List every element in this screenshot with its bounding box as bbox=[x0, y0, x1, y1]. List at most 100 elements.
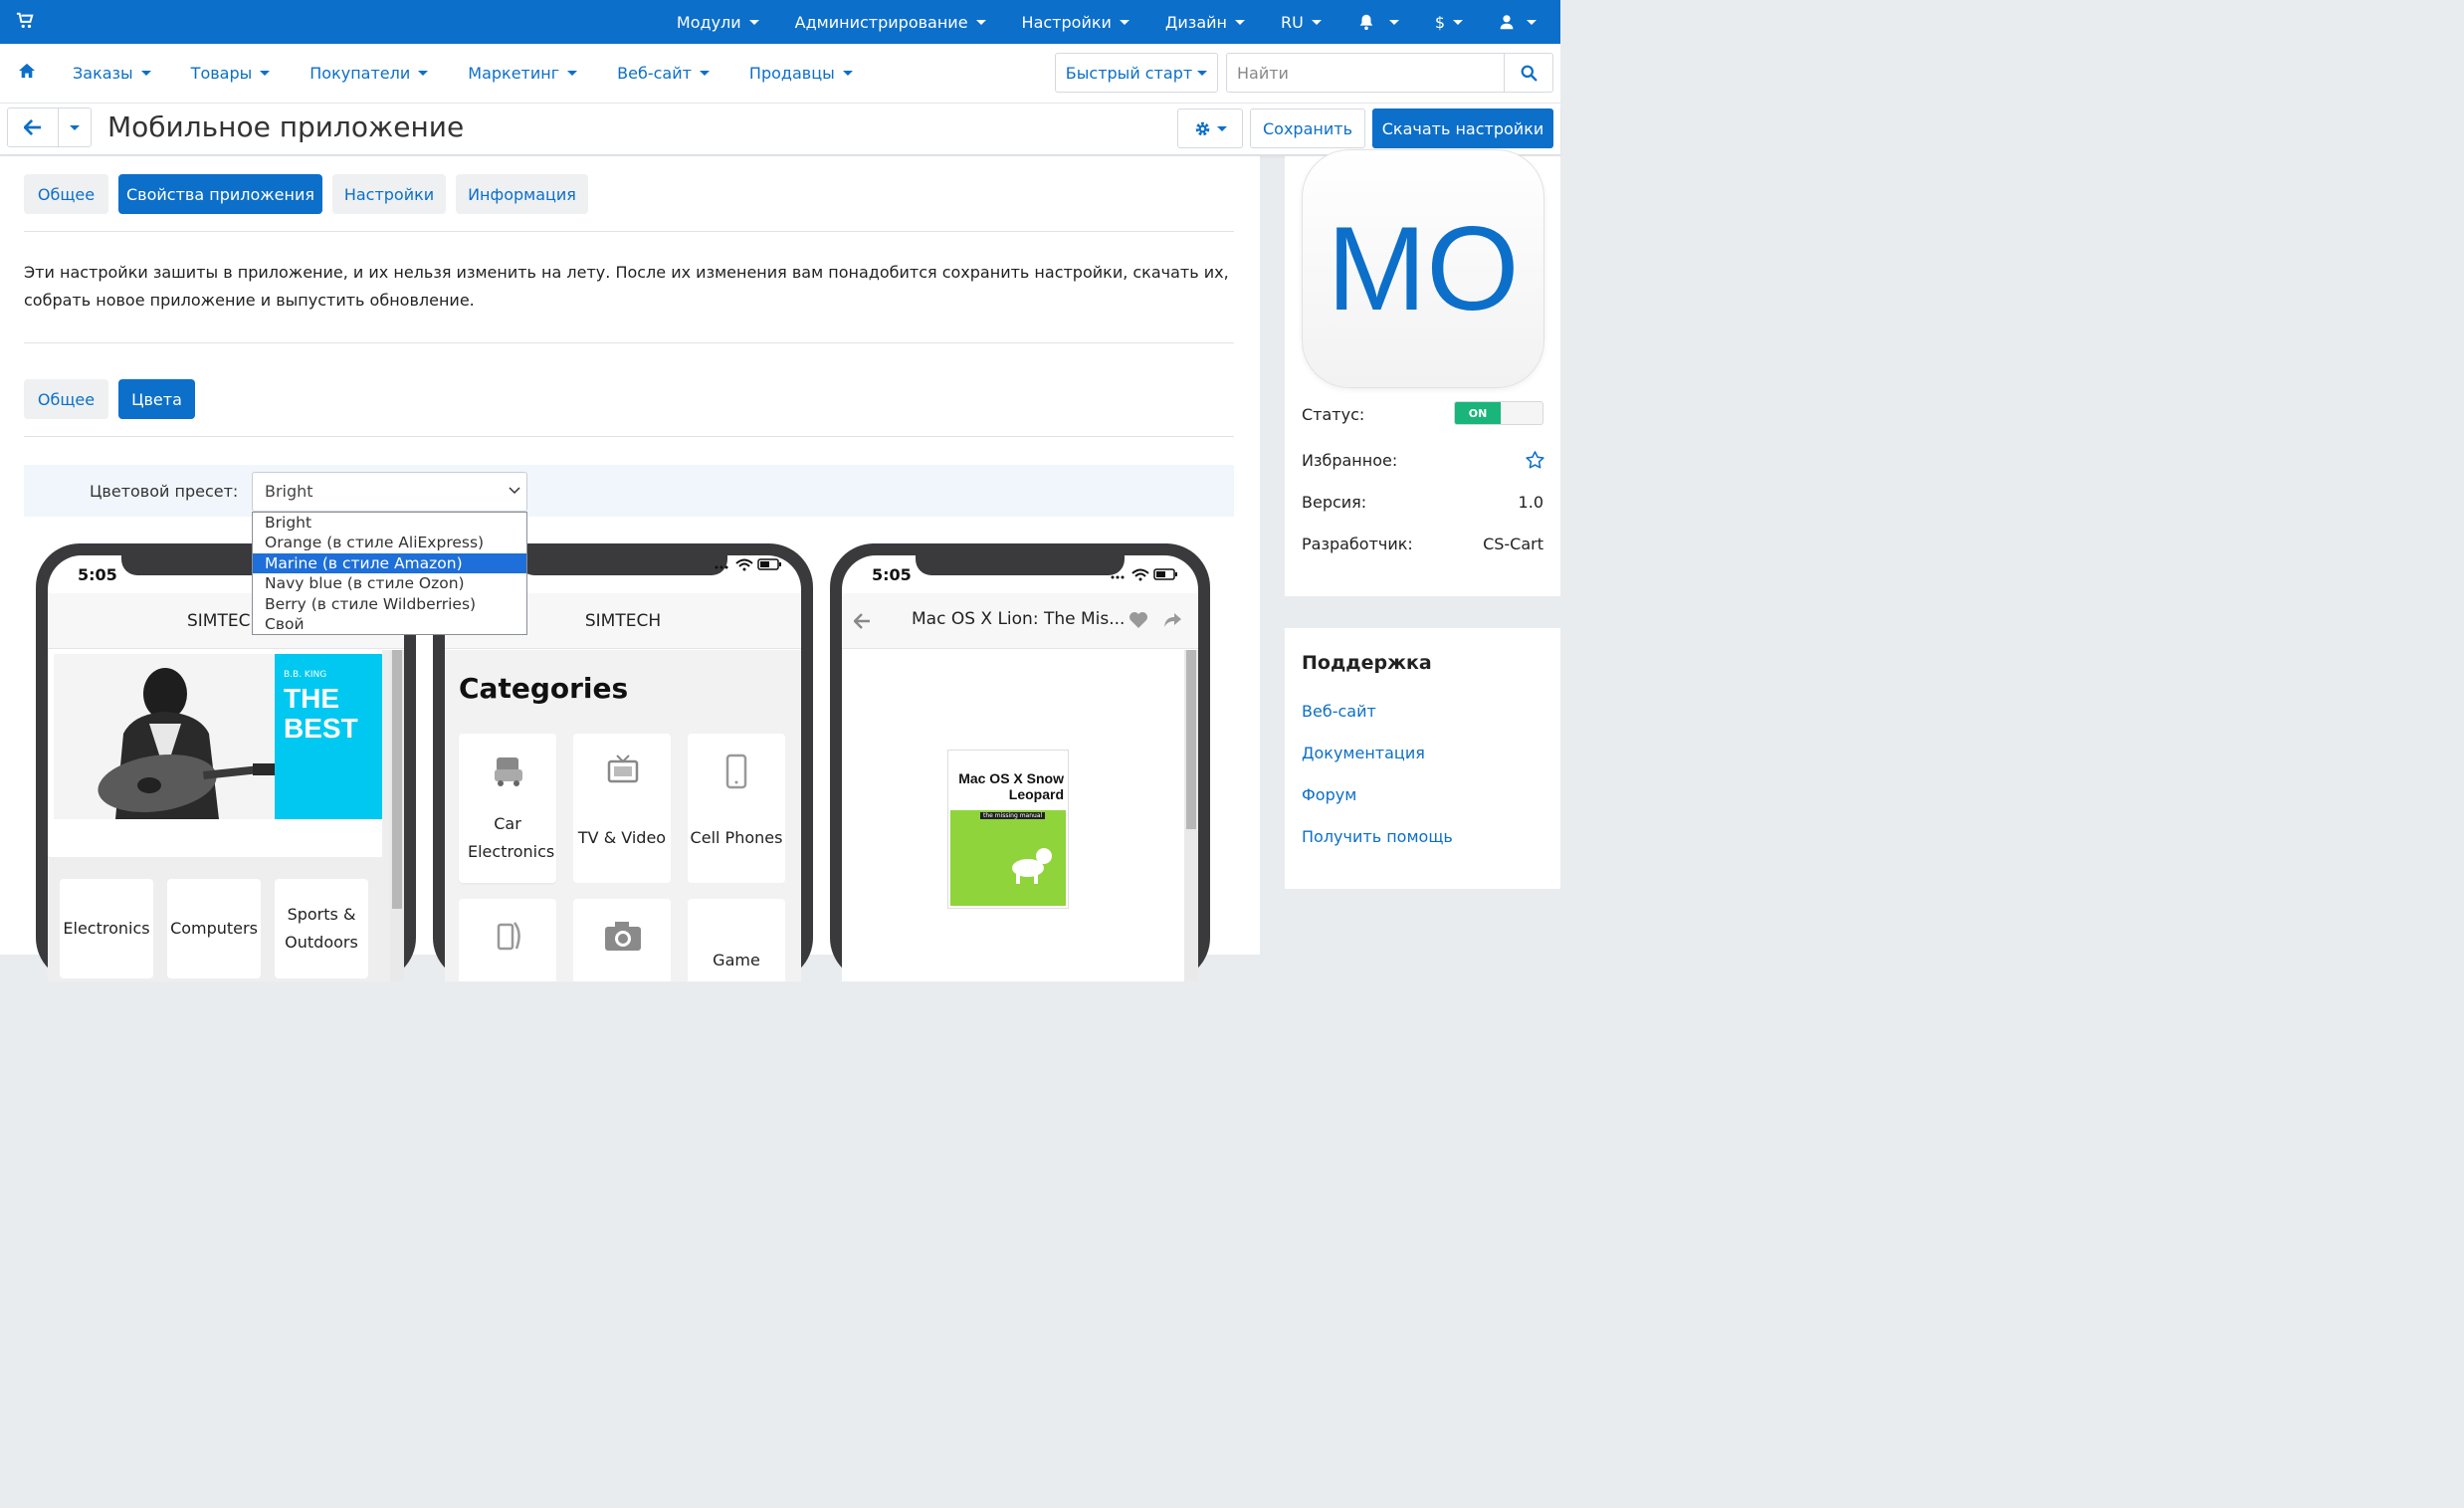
nav-item-customers[interactable]: Покупатели bbox=[309, 64, 429, 83]
category-card[interactable]: Sports & Outdoors bbox=[275, 879, 368, 978]
album-title: THE BEST bbox=[284, 683, 358, 744]
caret-down-icon bbox=[1453, 19, 1463, 25]
page-title: Мобильное приложение bbox=[107, 110, 465, 143]
gear-icon bbox=[1195, 121, 1209, 135]
preset-option-marine[interactable]: Marine (в стиле Amazon) bbox=[253, 552, 526, 574]
category-card[interactable]: Computers bbox=[167, 879, 261, 978]
book-cover[interactable]: Mac OS X Snow Leopard the missing manual bbox=[947, 750, 1069, 909]
tab-info[interactable]: Информация bbox=[456, 174, 588, 214]
scrollbar-thumb[interactable] bbox=[392, 650, 402, 909]
preset-option-custom[interactable]: Свой bbox=[253, 614, 526, 634]
notifications-button[interactable] bbox=[1357, 13, 1399, 31]
back-button[interactable] bbox=[7, 108, 59, 147]
star-icon[interactable] bbox=[1526, 451, 1544, 469]
support-link-help[interactable]: Получить помощь bbox=[1302, 827, 1453, 846]
nav-item-orders[interactable]: Заказы bbox=[73, 64, 151, 83]
caret-down-icon bbox=[1216, 125, 1227, 131]
currency-selector[interactable]: $ bbox=[1435, 13, 1463, 32]
tab-general[interactable]: Общее bbox=[24, 174, 108, 214]
category-card[interactable]: TV & Video bbox=[573, 734, 671, 883]
phone-scrollbar[interactable] bbox=[1184, 650, 1198, 981]
phone-body: Categories Car Electronics TV & Video Ce… bbox=[445, 650, 801, 981]
subtab-general[interactable]: Общее bbox=[24, 379, 108, 419]
subtab-colors[interactable]: Цвета bbox=[118, 379, 195, 419]
phone-time: 5:05 bbox=[872, 565, 912, 584]
arrow-left-icon[interactable] bbox=[854, 613, 870, 629]
tv-icon bbox=[607, 754, 639, 783]
category-card[interactable]: Car Electronics bbox=[459, 734, 556, 883]
heart-icon[interactable] bbox=[1129, 611, 1148, 629]
nav-item-website[interactable]: Веб-сайт bbox=[617, 64, 710, 83]
search-input[interactable] bbox=[1226, 53, 1505, 93]
color-preset-dropdown[interactable]: Bright Orange (в стиле AliExpress) Marin… bbox=[252, 512, 527, 635]
developer-label: Разработчик: bbox=[1302, 535, 1413, 553]
divider bbox=[24, 436, 1234, 437]
user-menu[interactable] bbox=[1499, 14, 1537, 30]
nav-item-products[interactable]: Товары bbox=[191, 64, 271, 83]
scrollbar-thumb[interactable] bbox=[1186, 650, 1196, 829]
main-menu: Заказы Товары Покупатели Маркетинг Веб-с… bbox=[73, 44, 893, 102]
product-title: Mac OS X Lion: The Mis... bbox=[912, 609, 1126, 629]
color-preset-select[interactable]: Bright bbox=[252, 472, 527, 512]
categories-heading: Categories bbox=[459, 672, 629, 705]
category-card[interactable]: Game bbox=[688, 899, 785, 981]
caret-down-icon bbox=[1119, 19, 1129, 25]
caret-down-icon bbox=[842, 70, 853, 76]
support-link-website[interactable]: Веб-сайт bbox=[1302, 702, 1376, 721]
caret-down-icon bbox=[748, 19, 759, 25]
top-menu-design[interactable]: Дизайн bbox=[1165, 13, 1245, 32]
save-button[interactable]: Сохранить bbox=[1250, 108, 1365, 148]
divider bbox=[24, 342, 1234, 343]
top-menu-settings[interactable]: Настройки bbox=[1022, 13, 1129, 32]
banner[interactable]: B.B. KING THE BEST bbox=[48, 650, 382, 857]
chevron-down-icon bbox=[509, 487, 520, 495]
color-preset-value: Bright bbox=[265, 482, 313, 501]
home-icon[interactable] bbox=[18, 63, 36, 79]
version-label: Версия: bbox=[1302, 493, 1367, 512]
support-title: Поддержка bbox=[1302, 652, 1432, 674]
preset-option-navy-blue[interactable]: Navy blue (в стиле Ozon) bbox=[253, 573, 526, 593]
support-link-forum[interactable]: Форум bbox=[1302, 785, 1356, 804]
back-dropdown-button[interactable] bbox=[58, 108, 92, 147]
dog-illustration bbox=[1012, 848, 1052, 884]
category-card[interactable]: Cell Phones bbox=[688, 734, 785, 883]
top-menu-administration[interactable]: Администрирование bbox=[795, 13, 986, 32]
divider bbox=[24, 231, 1234, 232]
tab-app-properties[interactable]: Свойства приложения bbox=[118, 174, 322, 214]
caret-down-icon bbox=[1527, 19, 1537, 25]
download-settings-button[interactable]: Скачать настройки bbox=[1372, 108, 1553, 148]
nav-item-marketing[interactable]: Маркетинг bbox=[468, 64, 578, 83]
book-title: Mac OS X Snow Leopard bbox=[958, 770, 1064, 802]
tab-settings[interactable]: Настройки bbox=[332, 174, 446, 214]
settings-dropdown-button[interactable] bbox=[1177, 108, 1243, 148]
preset-option-bright[interactable]: Bright bbox=[253, 513, 526, 533]
phone-time: 5:05 bbox=[78, 565, 117, 584]
category-card[interactable] bbox=[573, 899, 671, 981]
caret-down-icon bbox=[1234, 19, 1245, 25]
caret-down-icon bbox=[567, 70, 578, 76]
category-card[interactable]: Electronics bbox=[60, 879, 153, 978]
quick-start-button[interactable]: Быстрый старт bbox=[1055, 53, 1218, 93]
support-link-docs[interactable]: Документация bbox=[1302, 744, 1425, 762]
book-green-area: the missing manual bbox=[950, 810, 1066, 906]
guitarist-photo bbox=[54, 654, 275, 819]
preset-option-orange[interactable]: Orange (в стиле AliExpress) bbox=[253, 533, 526, 552]
cart-icon[interactable] bbox=[16, 12, 34, 30]
album-cover: B.B. KING THE BEST bbox=[275, 654, 382, 819]
version-value: 1.0 bbox=[1518, 493, 1543, 512]
category-card[interactable] bbox=[459, 899, 556, 981]
nav-item-vendors[interactable]: Продавцы bbox=[749, 64, 853, 83]
top-nav: Модули Администрирование Настройки Дизай… bbox=[641, 0, 1537, 44]
preset-option-berry[interactable]: Berry (в стиле Wildberries) bbox=[253, 594, 526, 614]
car-icon bbox=[495, 757, 522, 786]
status-toggle[interactable]: ON bbox=[1454, 401, 1543, 425]
album-artist: B.B. KING bbox=[284, 670, 327, 680]
language-selector[interactable]: RU bbox=[1281, 13, 1322, 32]
search-button[interactable] bbox=[1504, 53, 1553, 93]
top-menu-modules[interactable]: Модули bbox=[677, 13, 759, 32]
book-tag: the missing manual bbox=[980, 812, 1046, 819]
phone-scrollbar[interactable] bbox=[390, 650, 404, 981]
caret-down-icon bbox=[1197, 70, 1208, 76]
share-icon[interactable] bbox=[1162, 611, 1182, 629]
status-toggle-on: ON bbox=[1455, 402, 1501, 424]
